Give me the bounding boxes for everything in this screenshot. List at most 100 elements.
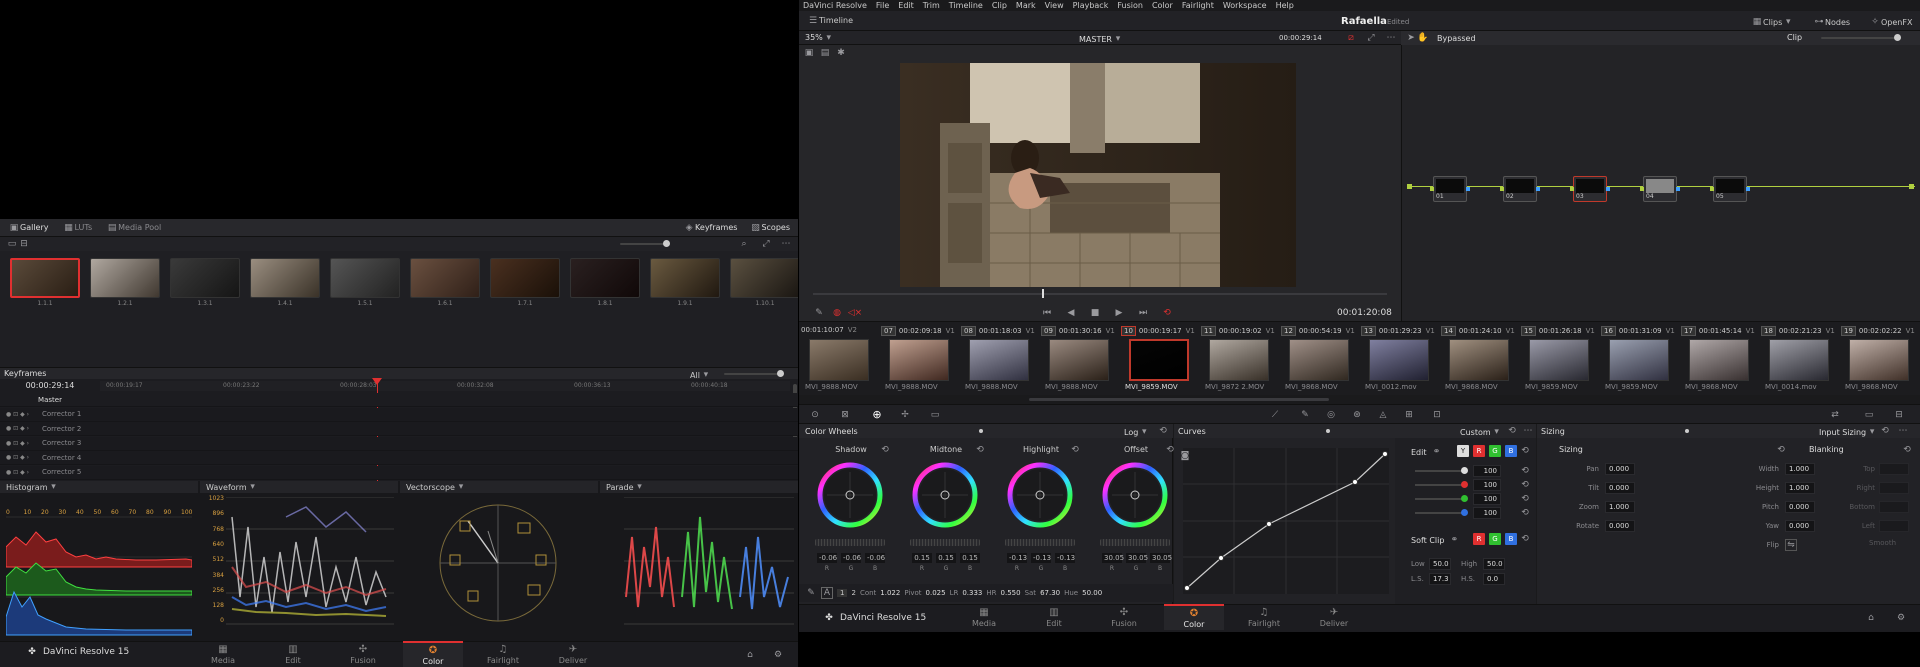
page-dot[interactable]: [1326, 429, 1330, 433]
node-zoom-slider[interactable]: [1821, 34, 1901, 41]
track-controls-icon[interactable]: ● ⊡ ◆ ›: [6, 425, 42, 432]
more-icon[interactable]: ⋯: [1897, 425, 1909, 437]
reset-icon[interactable]: ⟲: [1519, 465, 1531, 477]
fullscreen-icon[interactable]: ⤢: [1365, 32, 1377, 44]
wheel-value[interactable]: -0.06: [841, 553, 861, 563]
reset-icon[interactable]: ⟲: [1506, 425, 1518, 437]
menu-timeline[interactable]: Timeline: [949, 1, 983, 10]
curve-value[interactable]: 100: [1473, 507, 1501, 519]
sizing-field[interactable]: 0.000: [1605, 463, 1635, 475]
node-03[interactable]: 03: [1570, 176, 1610, 202]
scopes-panel-icon[interactable]: ⊟: [1893, 409, 1905, 421]
contrast-value[interactable]: 1.022: [880, 589, 900, 597]
clip-thumbnail[interactable]: [1049, 339, 1109, 381]
image-wipe-icon[interactable]: ▣: [803, 47, 815, 59]
page-tab-fairlight[interactable]: ♫ Fairlight: [1234, 604, 1294, 630]
color-wheel[interactable]: [815, 460, 885, 530]
play-icon[interactable]: ▶: [1113, 307, 1125, 319]
viewer-zoom[interactable]: 35%: [799, 33, 823, 42]
gallery-still[interactable]: [90, 258, 160, 298]
auto-balance-icon[interactable]: ✎: [805, 587, 817, 599]
sizing-mode[interactable]: Input Sizing ▾: [1819, 426, 1878, 438]
stills-list-icon[interactable]: ▭: [6, 238, 18, 250]
reset-icon[interactable]: ⟲: [1157, 425, 1169, 437]
loop-icon[interactable]: ⟲: [1161, 307, 1173, 319]
channel-r-button[interactable]: R: [1473, 445, 1485, 457]
reset-icon[interactable]: ⟲: [1519, 493, 1531, 505]
clip-thumbnail[interactable]: [1529, 339, 1589, 381]
viewer-title[interactable]: MASTER ▾: [1079, 33, 1124, 45]
more-icon[interactable]: ⋯: [780, 238, 792, 250]
clip-thumbnail[interactable]: [1689, 339, 1749, 381]
sizing-icon[interactable]: ⊡: [1431, 409, 1443, 421]
camera-raw-icon[interactable]: ⊙: [809, 409, 821, 421]
nodes-button[interactable]: ⊶ Nodes: [1813, 16, 1851, 28]
menu-fairlight[interactable]: Fairlight: [1182, 1, 1214, 10]
blur-icon[interactable]: ◬: [1377, 409, 1389, 421]
parade-header[interactable]: Parade ▾: [600, 481, 798, 493]
key-icon[interactable]: ⊞: [1403, 409, 1415, 421]
sizing-field[interactable]: 0.000: [1605, 482, 1635, 494]
hue-value[interactable]: 50.00: [1082, 589, 1102, 597]
clip-thumbnail[interactable]: [1129, 339, 1189, 381]
gallery-still[interactable]: [490, 258, 560, 298]
page-tab-deliver[interactable]: ✈ Deliver: [543, 641, 603, 667]
curve-slider[interactable]: [1415, 498, 1463, 500]
curves-graph[interactable]: [1183, 448, 1389, 594]
viewer-scrubber[interactable]: [813, 293, 1387, 295]
curve-slider-knob[interactable]: [1461, 481, 1468, 488]
album-icon[interactable]: ⊟: [18, 238, 30, 250]
softclip-b-button[interactable]: B: [1505, 533, 1517, 545]
page-tab-media[interactable]: ▦ Media: [193, 641, 253, 667]
histogram-header[interactable]: Histogram ▾: [0, 481, 198, 493]
pivot-value[interactable]: 0.025: [926, 589, 946, 597]
node-02[interactable]: 02: [1500, 176, 1540, 202]
clips-button[interactable]: ▦ Clips ▾: [1751, 16, 1794, 28]
gallery-still[interactable]: [570, 258, 640, 298]
hs-field[interactable]: 0.0: [1483, 573, 1505, 585]
reset-icon[interactable]: ⟲: [1519, 533, 1531, 545]
page-tab-color[interactable]: ✪ Color: [403, 641, 463, 667]
wheel-value[interactable]: 30.05: [1102, 553, 1124, 563]
reset-icon[interactable]: ⟲: [1519, 445, 1531, 457]
reset-icon[interactable]: ⟲: [1069, 444, 1081, 456]
auto-icon[interactable]: A: [821, 587, 833, 599]
channel-b-button[interactable]: B: [1505, 445, 1517, 457]
color-wheels-mode[interactable]: Log ▾: [1124, 426, 1150, 438]
clip-strip-scrollbar[interactable]: [1029, 398, 1329, 401]
node-04[interactable]: 04: [1640, 176, 1680, 202]
keyframe-zoom-slider[interactable]: [724, 370, 784, 377]
wheel-jog[interactable]: [1100, 539, 1170, 546]
wheel-value[interactable]: 0.15: [936, 553, 956, 563]
wheel-jog[interactable]: [1005, 539, 1075, 546]
page-tab-deliver[interactable]: ✈ Deliver: [1304, 604, 1364, 630]
node-05[interactable]: 05: [1710, 176, 1750, 202]
wheel-value[interactable]: 0.15: [960, 553, 980, 563]
motion-effects-icon[interactable]: ▭: [929, 409, 941, 421]
scopes-toggle[interactable]: ▧ Scopes: [749, 222, 790, 234]
page-tab-edit[interactable]: ▥ Edit: [263, 641, 323, 667]
color-wheels-icon[interactable]: ⊕: [871, 408, 883, 421]
more-icon[interactable]: ⋯: [1522, 425, 1534, 437]
highlight-mode-icon[interactable]: ◍: [831, 307, 843, 319]
keyframe-track[interactable]: ● ⊡ ◆ › Corrector 2: [0, 422, 798, 436]
clip-thumbnail[interactable]: [1609, 339, 1669, 381]
clip-thumbnail[interactable]: [889, 339, 949, 381]
pointer-icon[interactable]: ➤: [1405, 32, 1417, 44]
channel-y-button[interactable]: Y: [1457, 445, 1469, 457]
wheel-jog[interactable]: [910, 539, 980, 546]
reset-icon[interactable]: ⟲: [1775, 444, 1787, 456]
low-field[interactable]: 50.0: [1429, 558, 1451, 570]
node-01[interactable]: 01: [1430, 176, 1470, 202]
link-icon[interactable]: ⚭: [1431, 446, 1443, 458]
gallery-still[interactable]: [330, 258, 400, 298]
curves-mode[interactable]: Custom ▾: [1460, 426, 1503, 438]
page-tab-edit[interactable]: ▥ Edit: [1024, 604, 1084, 630]
primaries-page-2[interactable]: 2: [851, 589, 855, 597]
gallery-zoom-slider[interactable]: [620, 240, 670, 247]
curve-value[interactable]: 100: [1473, 479, 1501, 491]
menu-davinci-resolve[interactable]: DaVinci Resolve: [803, 1, 867, 10]
data-burn-icon[interactable]: ▭: [1863, 409, 1875, 421]
page-tab-fairlight[interactable]: ♫ Fairlight: [473, 641, 533, 667]
sizing-field[interactable]: 0.000: [1785, 501, 1815, 513]
